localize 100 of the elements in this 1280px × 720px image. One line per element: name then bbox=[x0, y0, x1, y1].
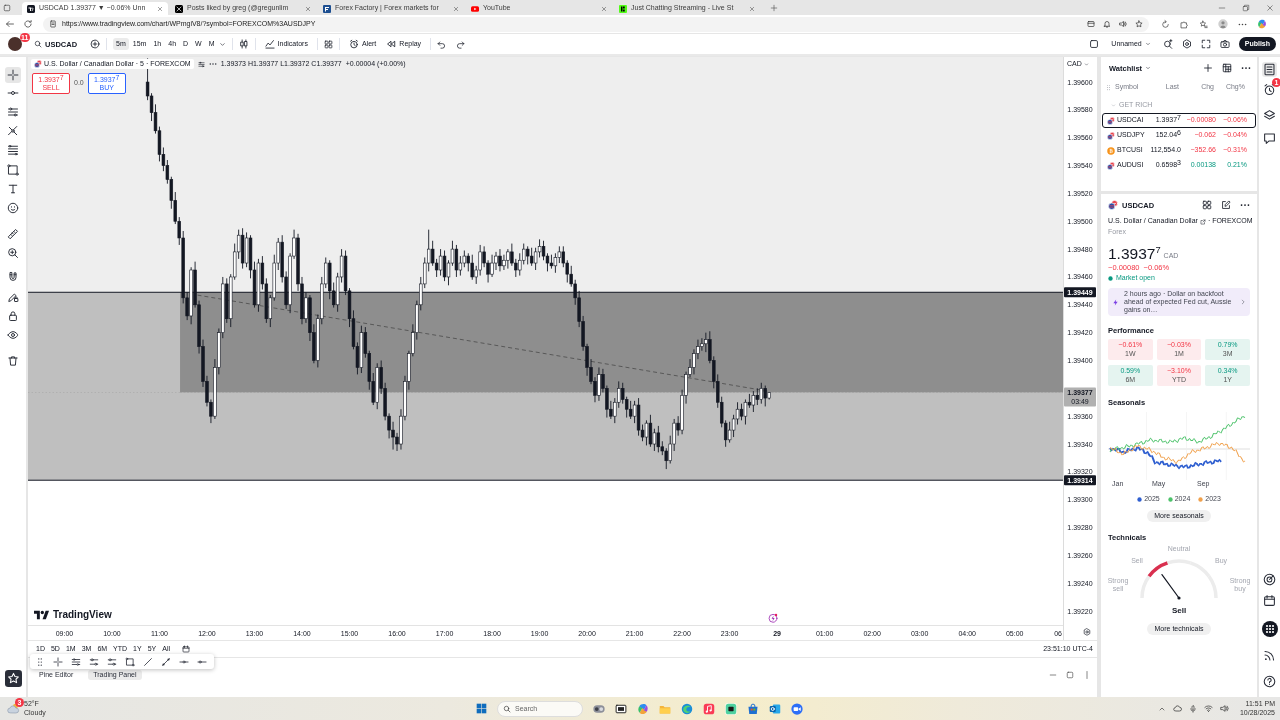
watchlist-icon[interactable] bbox=[1263, 63, 1276, 76]
alarm-clock-icon[interactable] bbox=[1263, 83, 1276, 96]
redo-icon[interactable] bbox=[456, 39, 466, 49]
app-icon[interactable] bbox=[725, 702, 737, 715]
caret-icon bbox=[1083, 61, 1089, 67]
music-icon[interactable] bbox=[703, 702, 715, 715]
shaded-rectangle[interactable] bbox=[180, 292, 1063, 393]
level-lines-icon[interactable] bbox=[107, 656, 117, 667]
resize-handle-icon[interactable] bbox=[1083, 671, 1091, 679]
star-icon[interactable] bbox=[1135, 20, 1143, 28]
flag-pair-icon bbox=[1107, 131, 1115, 140]
browser-icon[interactable] bbox=[681, 702, 693, 715]
chevron-right-icon bbox=[1240, 299, 1246, 306]
fib-levels-icon[interactable] bbox=[5, 142, 21, 158]
quick-search-icon[interactable] bbox=[1162, 39, 1173, 49]
undo-icon[interactable] bbox=[437, 39, 447, 49]
x-mark-icon bbox=[175, 4, 183, 13]
mail-icon[interactable] bbox=[769, 702, 781, 715]
site-info-icon[interactable] bbox=[49, 20, 57, 28]
site-icon bbox=[27, 4, 35, 13]
target-icon[interactable] bbox=[1263, 573, 1276, 586]
calendar-icon[interactable] bbox=[182, 645, 190, 653]
tab-actions-icon[interactable] bbox=[3, 4, 11, 12]
split-screen-icon[interactable] bbox=[1087, 20, 1095, 28]
line-chart-icon bbox=[264, 39, 275, 49]
extensions-icon[interactable] bbox=[1180, 19, 1189, 29]
restore-icon[interactable] bbox=[1242, 3, 1250, 12]
read-aloud-icon[interactable] bbox=[1119, 20, 1127, 28]
weather-icon[interactable] bbox=[7, 702, 20, 715]
bag-icon[interactable] bbox=[747, 702, 759, 715]
technicals-rating: Sell bbox=[1171, 606, 1187, 617]
speaker-icon[interactable] bbox=[1219, 704, 1229, 713]
rectangle-tool-icon[interactable] bbox=[5, 162, 21, 178]
favorites-icon[interactable] bbox=[1199, 19, 1208, 29]
caret-icon bbox=[1144, 41, 1151, 47]
thumbnail-icon[interactable] bbox=[593, 702, 605, 715]
coin-icon bbox=[1107, 146, 1115, 155]
settings-icon[interactable] bbox=[1084, 628, 1090, 636]
layers-icon[interactable] bbox=[1263, 109, 1276, 122]
edit-icon[interactable] bbox=[1221, 200, 1231, 210]
star-icon[interactable] bbox=[4, 670, 22, 687]
candles-icon[interactable] bbox=[238, 39, 249, 49]
templates-icon[interactable] bbox=[323, 39, 333, 49]
calendar-icon[interactable] bbox=[1263, 594, 1276, 607]
caret-icon[interactable] bbox=[218, 40, 226, 48]
close-icon[interactable] bbox=[1266, 3, 1274, 12]
camera-icon[interactable] bbox=[1219, 39, 1230, 49]
avatar[interactable] bbox=[8, 37, 22, 51]
ruler-icon[interactable] bbox=[5, 226, 21, 242]
window-icon[interactable] bbox=[615, 702, 627, 715]
trash-icon[interactable] bbox=[5, 353, 21, 369]
horizontal-lines-icon[interactable] bbox=[89, 656, 99, 667]
search-icon bbox=[34, 40, 42, 48]
play-icon bbox=[471, 4, 479, 13]
flag-pair-icon bbox=[1108, 200, 1118, 210]
parallel-lines-icon[interactable] bbox=[71, 656, 81, 667]
add-icon[interactable] bbox=[1203, 63, 1213, 73]
logo-icon[interactable] bbox=[34, 609, 49, 621]
grid-icon[interactable] bbox=[1202, 200, 1212, 210]
rewind-icon bbox=[386, 39, 397, 49]
help-icon[interactable] bbox=[1263, 675, 1276, 688]
cloud-icon[interactable] bbox=[1172, 704, 1182, 713]
site-icon bbox=[323, 4, 331, 13]
list-icon[interactable] bbox=[197, 60, 205, 68]
chat-icon[interactable] bbox=[1263, 132, 1276, 145]
lightning-icon[interactable] bbox=[769, 613, 778, 623]
video-camera-icon[interactable] bbox=[791, 702, 803, 715]
close-icon[interactable] bbox=[157, 5, 163, 12]
circular-arrow-icon[interactable] bbox=[1161, 19, 1170, 29]
emoji-icon[interactable] bbox=[5, 200, 21, 216]
microphone-icon[interactable] bbox=[1188, 704, 1197, 713]
logo-wordmark[interactable]: TradingView bbox=[53, 609, 112, 621]
settings-icon[interactable] bbox=[1181, 39, 1192, 49]
trend-line[interactable] bbox=[197, 294, 768, 392]
start-icon[interactable] bbox=[476, 703, 487, 714]
layout-icon[interactable] bbox=[1089, 39, 1100, 49]
line-tool-icon[interactable] bbox=[143, 656, 153, 667]
profile-icon[interactable] bbox=[1218, 19, 1228, 29]
zoom-in-icon[interactable] bbox=[5, 245, 21, 261]
lightning-icon bbox=[1112, 298, 1119, 306]
apps-grid-icon[interactable] bbox=[1261, 621, 1278, 637]
drag-handle-icon[interactable] bbox=[35, 656, 45, 667]
external-link-icon[interactable] bbox=[1199, 218, 1206, 225]
flag-pair-icon bbox=[1107, 161, 1115, 170]
fullscreen-icon[interactable] bbox=[1200, 39, 1211, 49]
segment-tool-icon[interactable] bbox=[161, 656, 171, 667]
rectangle-tool-icon[interactable] bbox=[125, 656, 135, 667]
add-symbol-icon[interactable] bbox=[90, 39, 101, 49]
wifi-icon[interactable] bbox=[1203, 704, 1213, 713]
table-icon[interactable] bbox=[1222, 63, 1232, 73]
price-chart[interactable] bbox=[28, 57, 1097, 640]
bell-icon[interactable] bbox=[1103, 20, 1111, 28]
caret-icon bbox=[1145, 65, 1152, 71]
rss-feed-icon[interactable] bbox=[1263, 649, 1276, 662]
search-icon bbox=[503, 704, 511, 713]
parallel-lines-icon[interactable] bbox=[5, 104, 21, 120]
refresh-icon[interactable] bbox=[23, 19, 33, 29]
alarm-clock-icon bbox=[348, 39, 359, 49]
maximize-icon[interactable] bbox=[1066, 671, 1074, 679]
back-icon[interactable] bbox=[5, 19, 15, 29]
